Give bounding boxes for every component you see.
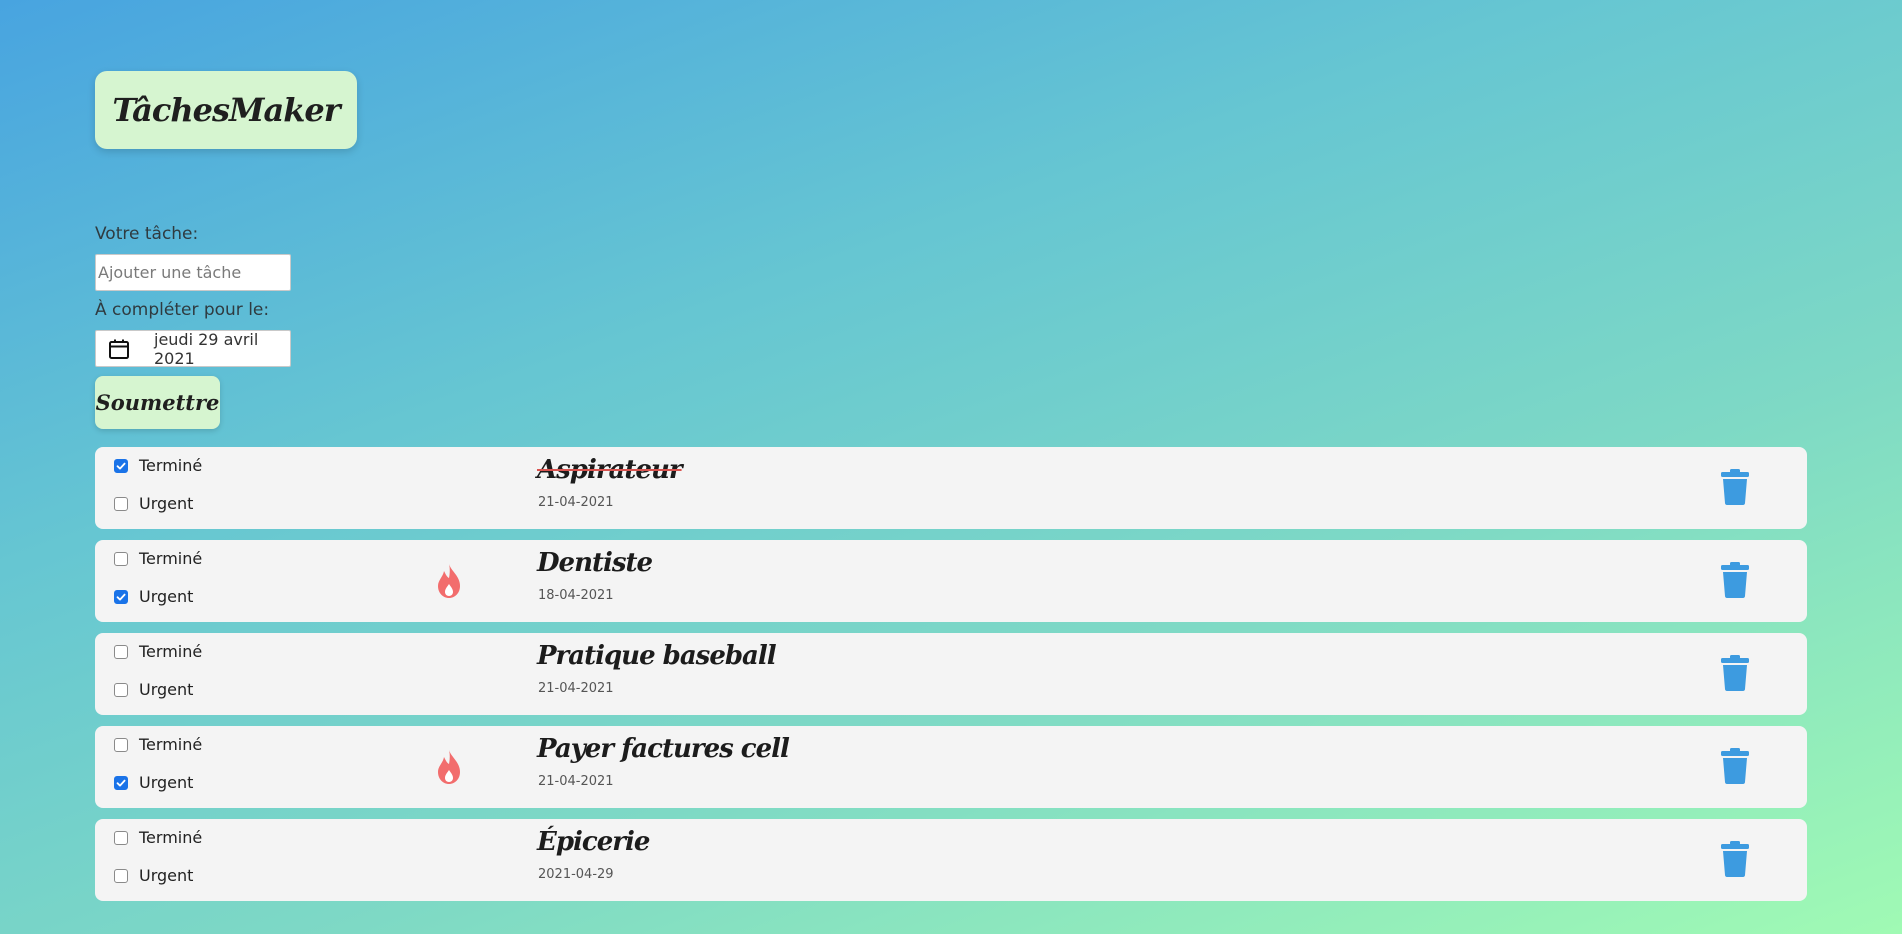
urgent-checkbox[interactable]	[114, 589, 128, 604]
urgent-label: Urgent	[139, 773, 194, 792]
done-checkbox[interactable]	[114, 830, 128, 845]
urgent-option[interactable]: Urgent	[114, 587, 193, 606]
flame-icon	[435, 563, 463, 599]
task-date: 2021-04-29	[538, 867, 614, 882]
calendar-icon[interactable]	[108, 338, 130, 360]
flame-icon	[435, 749, 463, 785]
done-label: Terminé	[139, 828, 203, 847]
date-picker[interactable]: jeudi 29 avril 2021	[95, 329, 291, 368]
task-date: 18-04-2021	[538, 588, 614, 603]
done-checkbox[interactable]	[114, 737, 128, 752]
done-label: Terminé	[139, 642, 203, 661]
task-input[interactable]	[95, 254, 291, 291]
done-label: Terminé	[139, 456, 203, 475]
task-date: 21-04-2021	[538, 774, 614, 789]
trash-icon[interactable]	[1720, 841, 1750, 877]
done-option[interactable]: Terminé	[114, 828, 202, 847]
urgent-label: Urgent	[139, 494, 194, 513]
trash-icon[interactable]	[1720, 562, 1750, 598]
task-row: Terminé Urgent Épicerie 2021-04-29	[95, 819, 1807, 901]
urgent-option[interactable]: Urgent	[114, 680, 193, 699]
done-checkbox[interactable]	[114, 644, 128, 659]
trash-icon[interactable]	[1720, 655, 1750, 691]
done-option[interactable]: Terminé	[114, 549, 202, 568]
task-date: 21-04-2021	[538, 495, 614, 510]
task-title: Épicerie	[537, 827, 650, 857]
urgent-option[interactable]: Urgent	[114, 773, 193, 792]
done-checkbox[interactable]	[114, 551, 128, 566]
urgent-checkbox[interactable]	[114, 496, 128, 511]
task-row: Terminé Urgent Pratique baseball 21-04-2021	[95, 633, 1807, 715]
task-date: 21-04-2021	[538, 681, 614, 696]
urgent-option[interactable]: Urgent	[114, 866, 193, 885]
urgent-option[interactable]: Urgent	[114, 494, 193, 513]
task-title: Dentiste	[537, 548, 653, 578]
date-value: jeudi 29 avril 2021	[154, 329, 259, 368]
app-logo: TâchesMaker	[95, 71, 357, 149]
trash-icon[interactable]	[1720, 469, 1750, 505]
done-option[interactable]: Terminé	[114, 456, 202, 475]
task-title: Payer factures cell	[537, 734, 790, 764]
task-title: Aspirateur	[537, 455, 683, 485]
urgent-checkbox[interactable]	[114, 682, 128, 697]
urgent-label: Urgent	[139, 866, 194, 885]
urgent-checkbox[interactable]	[114, 775, 128, 790]
submit-button[interactable]: Soumettre	[95, 376, 220, 429]
task-title: Pratique baseball	[537, 641, 777, 671]
done-option[interactable]: Terminé	[114, 735, 202, 754]
task-row: Terminé Urgent Dentiste 18-04-2021	[95, 540, 1807, 622]
done-option[interactable]: Terminé	[114, 642, 202, 661]
done-label: Terminé	[139, 549, 203, 568]
done-label: Terminé	[139, 735, 203, 754]
urgent-checkbox[interactable]	[114, 868, 128, 883]
date-label: À compléter pour le:	[95, 300, 270, 320]
urgent-label: Urgent	[139, 587, 194, 606]
urgent-label: Urgent	[139, 680, 194, 699]
task-label: Votre tâche:	[95, 224, 199, 244]
app-title: TâchesMaker	[112, 91, 340, 129]
done-checkbox[interactable]	[114, 458, 128, 473]
task-row: Terminé Urgent Aspirateur 21-04-2021	[95, 447, 1807, 529]
trash-icon[interactable]	[1720, 748, 1750, 784]
task-row: Terminé Urgent Payer factures cell 21-04-20…	[95, 726, 1807, 808]
